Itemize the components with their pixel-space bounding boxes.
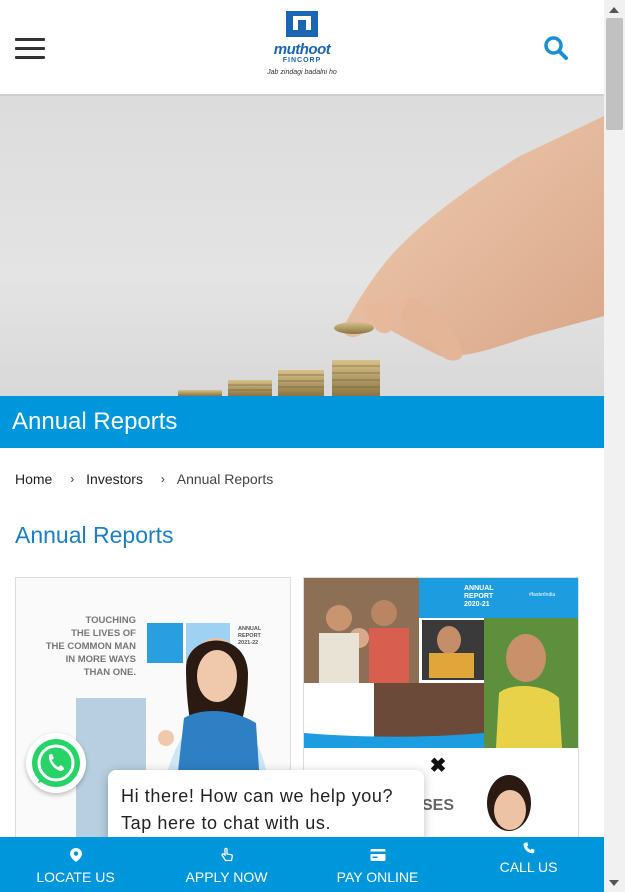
nav-call-us-label: CALL US [499, 859, 558, 875]
cover-badge-line: REPORT [238, 633, 262, 639]
site-logo[interactable]: muthoot FINCORP Jab zindagi badalni ho [266, 8, 338, 76]
bottom-navigation: LOCATE US APPLY NOW PAY ONLINE CALL US [0, 837, 604, 892]
nav-locate-us-label: LOCATE US [36, 869, 115, 885]
cover-badge-line: REPORT [464, 593, 494, 600]
chevron-right-icon: › [160, 472, 165, 487]
search-icon[interactable] [543, 35, 569, 61]
logo-sub: FINCORP [282, 57, 322, 64]
breadcrumb-home[interactable]: Home [15, 471, 52, 487]
site-header: muthoot FINCORP Jab zindagi badalni ho [0, 0, 604, 96]
map-pin-icon [69, 848, 82, 862]
cover-badge-line: ANNUAL [238, 626, 262, 632]
page-title-banner: Annual Reports [0, 396, 604, 448]
breadcrumb-investors[interactable]: Investors [86, 471, 143, 487]
breadcrumb-current: Annual Reports [176, 471, 274, 488]
cover-text-line: THAN ONE. [84, 667, 136, 678]
scroll-up-arrow-icon[interactable] [609, 7, 619, 13]
nav-locate-us[interactable]: LOCATE US [0, 837, 151, 892]
cover-badge-line: 2020-21 [464, 601, 490, 608]
close-icon[interactable]: ✖ [428, 756, 448, 776]
hero-image [0, 96, 604, 396]
chat-prompt-text: Hi there! How can we help you? Tap here … [121, 786, 394, 833]
cover-text-line: IN MORE WAYS [66, 654, 136, 665]
page-scrollbar[interactable] [604, 0, 625, 892]
nav-apply-now[interactable]: APPLY NOW [151, 837, 302, 892]
whatsapp-chat-button[interactable] [26, 733, 86, 793]
hamburger-menu-icon[interactable] [15, 38, 45, 60]
logo-brand: muthoot [273, 41, 331, 58]
cover-badge-line: ANNUAL [464, 585, 494, 592]
credit-card-icon [370, 849, 385, 861]
scroll-down-arrow-icon[interactable] [609, 880, 619, 886]
whatsapp-icon [32, 739, 80, 787]
page-title: Annual Reports [12, 408, 178, 435]
logo-tagline: Jab zindagi badalni ho [267, 69, 337, 76]
nav-call-us[interactable]: CALL US [453, 837, 604, 892]
hand-coins-illustration [178, 116, 604, 396]
cover-text-line: THE COMMON MAN [46, 641, 136, 652]
breadcrumb: Home › Investors › Annual Reports [15, 470, 273, 487]
phone-icon [522, 842, 534, 854]
nav-apply-now-label: APPLY NOW [185, 869, 268, 885]
scrollbar-thumb[interactable] [606, 18, 623, 130]
hand-pointer-icon [220, 847, 233, 862]
cover-text-line: TOUCHING [86, 615, 137, 626]
cover-text-line: THE LIVES OF [71, 628, 136, 639]
section-title: Annual Reports [15, 522, 174, 548]
cover-hashtag: #fasterIndia [529, 592, 555, 598]
nav-pay-online[interactable]: PAY ONLINE [302, 837, 453, 892]
cover-badge-line: 2021-22 [238, 640, 258, 646]
chevron-right-icon: › [70, 472, 75, 487]
muthoot-logo-mark-icon [286, 11, 318, 37]
nav-pay-online-label: PAY ONLINE [336, 869, 419, 885]
cover-partial-text: SES [422, 797, 454, 814]
